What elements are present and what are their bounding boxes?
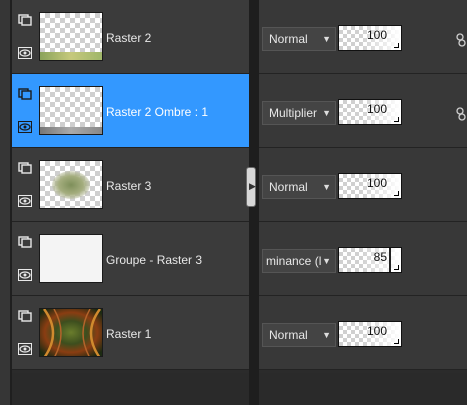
opacity-value: 100: [366, 324, 387, 338]
eye-icon[interactable]: [18, 121, 32, 133]
layer-name[interactable]: Raster 2: [106, 31, 151, 45]
chevron-down-icon: ▼: [322, 182, 331, 192]
link-icon[interactable]: [455, 33, 467, 47]
layer-mask-icon[interactable]: [18, 310, 32, 322]
opacity-field[interactable]: 100: [338, 25, 402, 51]
properties-footer: [259, 373, 467, 405]
layer-thumbnail[interactable]: [39, 160, 103, 209]
layer-row-groupe-raster-3[interactable]: Groupe - Raster 3: [12, 222, 249, 296]
layer-name[interactable]: Groupe - Raster 3: [106, 253, 202, 267]
chevron-down-icon: ▼: [322, 34, 331, 44]
layer-mask-icon[interactable]: [18, 236, 32, 248]
blend-mode-select[interactable]: Normal ▼: [262, 323, 336, 347]
layer-properties-column: Normal ▼ 100 Multiplier ▼ 100 Normal ▼ 100 …: [259, 0, 467, 373]
layer-thumbnail[interactable]: [39, 12, 103, 61]
eye-icon[interactable]: [18, 269, 32, 281]
layer-list: Raster 2 Raster 2 Ombre : 1 Raster 3 Gro…: [12, 0, 249, 373]
blend-mode-value: Normal: [269, 180, 308, 194]
layer-mask-icon[interactable]: [18, 88, 32, 100]
chevron-down-icon: ▼: [322, 330, 331, 340]
opacity-field[interactable]: 100: [338, 99, 402, 125]
resize-corner-icon: [394, 339, 399, 344]
opacity-value: 100: [366, 102, 387, 116]
chevron-right-icon: ▶: [249, 181, 256, 191]
layer-props-row: Multiplier ▼ 100: [259, 74, 467, 148]
blend-mode-value: Normal: [269, 328, 308, 342]
layer-props-row: Normal ▼ 100: [259, 0, 467, 74]
blend-mode-value: Multiplier: [269, 106, 318, 120]
resize-corner-icon: [394, 117, 399, 122]
blend-mode-select[interactable]: Normal ▼: [262, 27, 336, 51]
resize-corner-icon: [394, 191, 399, 196]
eye-icon[interactable]: [18, 343, 32, 355]
panel-splitter-handle[interactable]: ▶: [246, 167, 256, 207]
raster-1-pattern: [42, 309, 102, 356]
resize-corner-icon: [394, 43, 399, 48]
blend-mode-value: Normal: [269, 32, 308, 46]
opacity-field[interactable]: 100: [338, 173, 402, 199]
opacity-field[interactable]: 85: [338, 247, 402, 273]
opacity-value: 85: [373, 250, 387, 264]
layer-name[interactable]: Raster 2 Ombre : 1: [106, 105, 208, 119]
opacity-value: 100: [366, 176, 387, 190]
layer-row-raster-2[interactable]: Raster 2: [12, 0, 249, 74]
opacity-field[interactable]: 100: [338, 321, 402, 347]
layer-row-raster-3[interactable]: Raster 3: [12, 148, 249, 222]
layer-mask-icon[interactable]: [18, 14, 32, 26]
chevron-down-icon: ▼: [322, 256, 331, 266]
blend-mode-select[interactable]: Normal ▼: [262, 175, 336, 199]
layer-props-row: minance (l ▼ 85: [259, 222, 467, 296]
opacity-value: 100: [366, 28, 387, 42]
layer-name[interactable]: Raster 1: [106, 327, 151, 341]
blend-mode-value: minance (l: [266, 254, 322, 268]
layer-mask-icon[interactable]: [18, 162, 32, 174]
layer-name[interactable]: Raster 3: [106, 179, 151, 193]
opacity-slider-marker[interactable]: [389, 248, 391, 272]
layer-thumbnail[interactable]: [39, 234, 103, 283]
layer-thumbnail[interactable]: [39, 86, 103, 135]
eye-icon[interactable]: [18, 195, 32, 207]
layer-props-row: Normal ▼ 100: [259, 148, 467, 222]
blend-mode-select[interactable]: Multiplier ▼: [262, 101, 336, 125]
link-icon[interactable]: [455, 107, 467, 121]
layer-thumbnail[interactable]: [39, 308, 103, 357]
chevron-down-icon: ▼: [322, 108, 331, 118]
resize-corner-icon: [394, 265, 399, 270]
left-gutter: [0, 0, 12, 405]
layer-props-row: Normal ▼ 100: [259, 296, 467, 370]
eye-icon[interactable]: [18, 47, 32, 59]
layer-list-footer: [12, 373, 249, 405]
layer-row-raster-1[interactable]: Raster 1: [12, 296, 249, 370]
blend-mode-select[interactable]: minance (l ▼: [262, 249, 336, 273]
layer-row-raster-2-ombre[interactable]: Raster 2 Ombre : 1: [12, 74, 249, 148]
